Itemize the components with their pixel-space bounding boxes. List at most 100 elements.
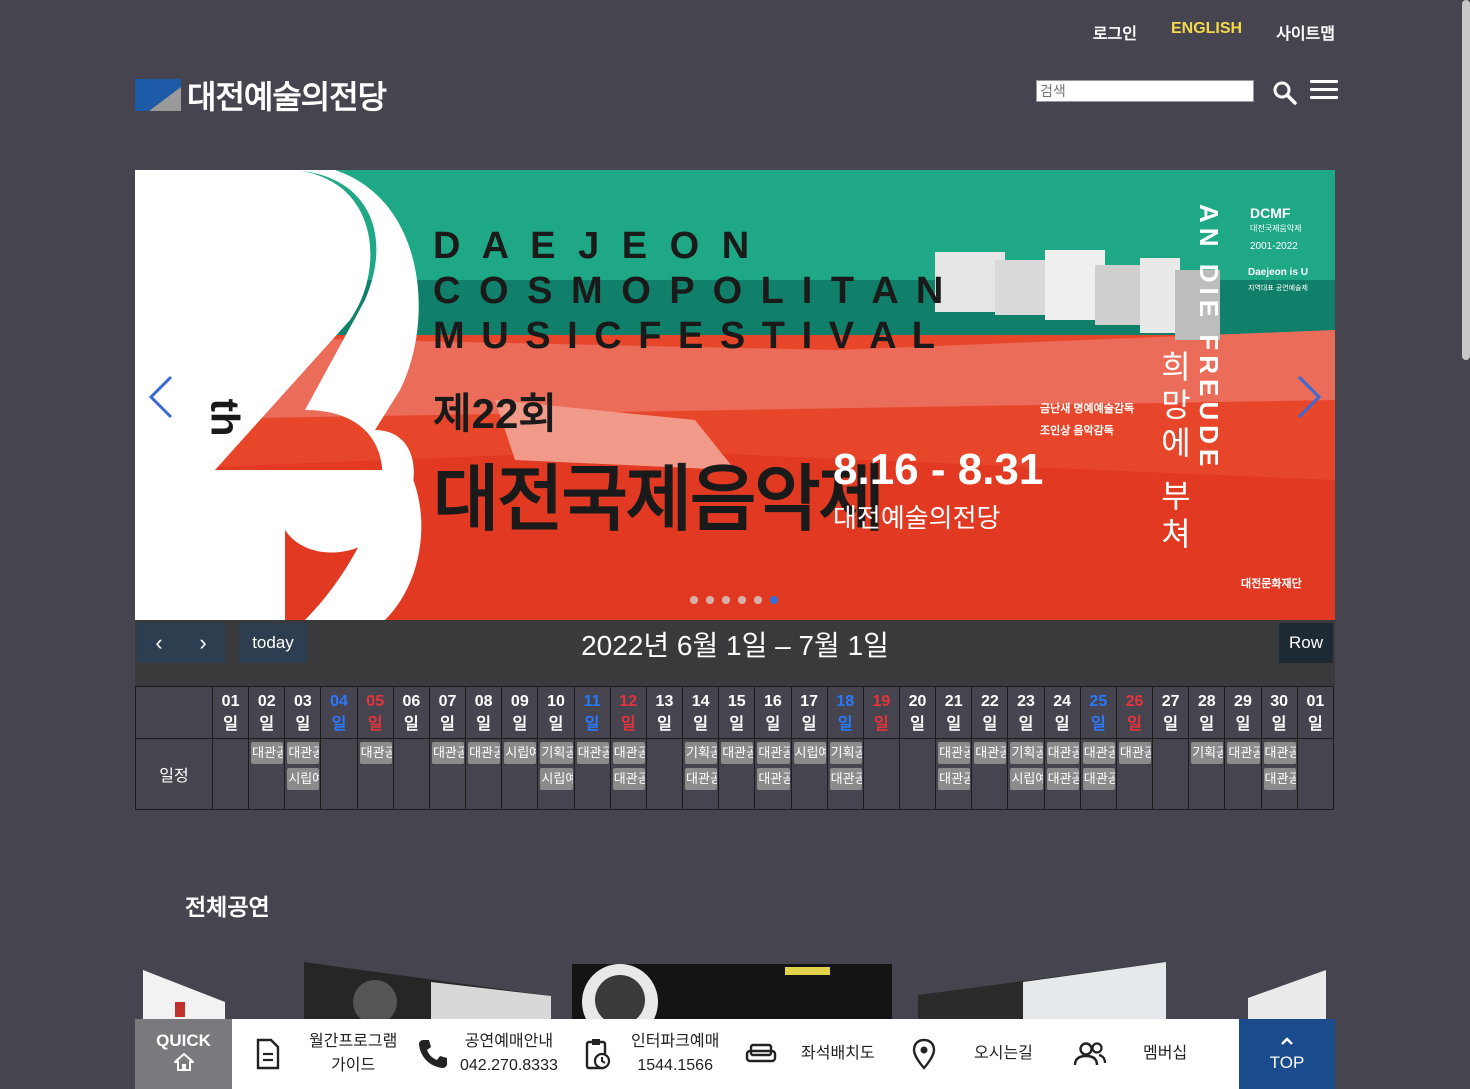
calendar-event[interactable]: 대관공연 [1118, 742, 1152, 764]
banner-dot[interactable] [754, 596, 762, 604]
english-link[interactable]: ENGLISH [1171, 20, 1242, 44]
calendar-day-header[interactable]: 06 일 [392, 686, 430, 739]
calendar-day-header[interactable]: 13 일 [645, 686, 684, 739]
search-input[interactable] [1036, 80, 1254, 102]
calendar-event[interactable]: 대관공연 [431, 742, 465, 764]
calendar-day-header[interactable]: 04 일 [320, 686, 358, 739]
calendar-event[interactable]: 대관공연 [721, 742, 754, 764]
calendar-event[interactable]: 대관공연 [468, 742, 501, 764]
calendar-event[interactable]: 대관공연 [251, 742, 284, 764]
calendar-day-header[interactable]: 30 일 [1260, 686, 1298, 739]
calendar-event[interactable]: 대관공연 [938, 768, 971, 790]
calendar-day-header[interactable]: 21 일 [935, 686, 973, 739]
quick-monthly-program[interactable]: 월간프로그램 가이드 [255, 1019, 397, 1089]
calendar-event[interactable]: 시립예술단 [504, 742, 537, 764]
calendar-day-header[interactable]: 01 일 [211, 686, 250, 739]
calendar-day-header[interactable]: 23 일 [1007, 686, 1045, 739]
search-icon[interactable] [1272, 80, 1298, 106]
calendar-day-header[interactable]: 26 일 [1115, 686, 1154, 739]
banner-prev-arrow[interactable] [145, 375, 179, 419]
quick-interpark[interactable]: 인터파크예매 1544.1566 [585, 1019, 719, 1089]
calendar-event[interactable]: 시립예술단 [793, 742, 826, 764]
calendar-event[interactable]: 시립예술단 [540, 768, 573, 790]
calendar-event[interactable]: 기획공연 [1191, 742, 1224, 764]
calendar-event[interactable]: 대관공연 [1263, 742, 1296, 764]
calendar-day-header[interactable]: 20 일 [898, 686, 937, 739]
performance-carousel[interactable] [135, 962, 1335, 1022]
calendar-day-header[interactable]: 28 일 [1188, 686, 1226, 739]
calendar-event[interactable]: 대관공연 [757, 768, 790, 790]
calendar-view-row-button[interactable]: Row [1279, 623, 1333, 663]
banner-dot[interactable] [722, 596, 730, 604]
calendar-day-header[interactable]: 12 일 [609, 686, 647, 739]
calendar-day-header[interactable]: 27 일 [1152, 686, 1190, 739]
calendar-day-header[interactable]: 05 일 [356, 686, 394, 739]
calendar-day-header[interactable]: 07 일 [428, 686, 467, 739]
calendar-day-header[interactable]: 02 일 [248, 686, 286, 739]
calendar-day-header[interactable]: 18 일 [826, 686, 864, 739]
calendar-day-cell: 대관공연 [573, 738, 611, 810]
banner-dot[interactable] [770, 596, 778, 604]
back-to-top-button[interactable]: TOP [1239, 1019, 1335, 1089]
calendar-day-header[interactable]: 01 일 [1296, 686, 1335, 739]
banner-dot[interactable] [738, 596, 746, 604]
calendar-day-header[interactable]: 08 일 [465, 686, 503, 739]
calendar-event[interactable]: 대관공연 [612, 742, 645, 764]
home-icon[interactable] [135, 1052, 232, 1076]
quick-membership[interactable]: 멤버십 [1073, 1019, 1187, 1089]
quick-seat-map[interactable]: 좌석배치도 [745, 1019, 875, 1089]
calendar-day-header[interactable]: 14 일 [682, 686, 720, 739]
calendar-event[interactable]: 대관공연 [1046, 742, 1079, 764]
calendar-day-header[interactable]: 09 일 [501, 686, 539, 739]
calendar-day-header[interactable]: 19 일 [862, 686, 900, 739]
banner-dot[interactable] [690, 596, 698, 604]
calendar-day-header[interactable]: 10 일 [537, 686, 575, 739]
calendar-day-cell: 대관공연대관공연 [609, 738, 647, 810]
calendar-event[interactable]: 대관공연 [1082, 742, 1115, 764]
calendar-event[interactable]: 기획공연 [1010, 742, 1043, 764]
calendar-event[interactable]: 대관공연 [359, 742, 392, 764]
calendar-day-header[interactable]: 03 일 [284, 686, 322, 739]
calendar-event[interactable]: 대관공연 [757, 742, 790, 764]
calendar-day-header[interactable]: 16 일 [754, 686, 792, 739]
calendar-event[interactable]: 기획공연 [540, 742, 573, 764]
quick-ticket-info[interactable]: 공연예매안내 042.270.8333 [416, 1019, 558, 1089]
calendar-day-cell: 대관공연대관공연 [754, 738, 792, 810]
calendar-event[interactable]: 대관공연 [938, 742, 971, 764]
calendar-event[interactable]: 대관공연 [1227, 742, 1260, 764]
calendar-day-header[interactable]: 29 일 [1224, 686, 1262, 739]
calendar-event[interactable]: 기획공연 [685, 742, 718, 764]
hamburger-menu-icon[interactable] [1310, 80, 1338, 102]
calendar-event[interactable]: 시립예술단 [1010, 768, 1043, 790]
banner-dot[interactable] [706, 596, 714, 604]
calendar-event[interactable]: 대관공연 [974, 742, 1007, 764]
calendar-day-cell [898, 738, 937, 810]
section-title: 전체공연 [185, 894, 270, 920]
calendar-day-header[interactable]: 22 일 [971, 686, 1009, 739]
calendar-event[interactable]: 대관공연 [1082, 768, 1115, 790]
site-logo[interactable]: 대전예술의전당 [135, 72, 387, 118]
calendar-event[interactable]: 대관공연 [612, 768, 645, 790]
quick-directions[interactable]: 오시는길 [912, 1019, 1033, 1089]
page-scrollbar[interactable] [1462, 0, 1470, 360]
calendar-event[interactable]: 대관공연 [287, 742, 320, 764]
calendar-day-cell: 대관공연 [248, 738, 286, 810]
login-link[interactable]: 로그인 [1093, 20, 1137, 44]
calendar-event[interactable]: 기획공연 [829, 742, 862, 764]
calendar-day-header[interactable]: 11 일 [573, 686, 611, 739]
banner-next-arrow[interactable] [1291, 375, 1325, 419]
calendar-event[interactable]: 대관공연 [829, 768, 862, 790]
calendar-event[interactable]: 대관공연 [576, 742, 609, 764]
calendar-day-cell [645, 738, 684, 810]
calendar-day-header[interactable]: 15 일 [718, 686, 756, 739]
hero-banner[interactable]: 22 th D A E J E O N C O S M O P O L I T … [135, 170, 1335, 620]
day-suffix: 일 [1307, 716, 1323, 733]
calendar-event[interactable]: 대관공연 [1263, 768, 1296, 790]
calendar-event[interactable]: 대관공연 [1046, 768, 1079, 790]
calendar-day-header[interactable]: 25 일 [1079, 686, 1117, 739]
calendar-event[interactable]: 시립예술단 [287, 768, 320, 790]
calendar-event[interactable]: 대관공연 [685, 768, 718, 790]
calendar-day-header[interactable]: 17 일 [790, 686, 828, 739]
sitemap-link[interactable]: 사이트맵 [1276, 20, 1335, 44]
calendar-day-header[interactable]: 24 일 [1043, 686, 1081, 739]
